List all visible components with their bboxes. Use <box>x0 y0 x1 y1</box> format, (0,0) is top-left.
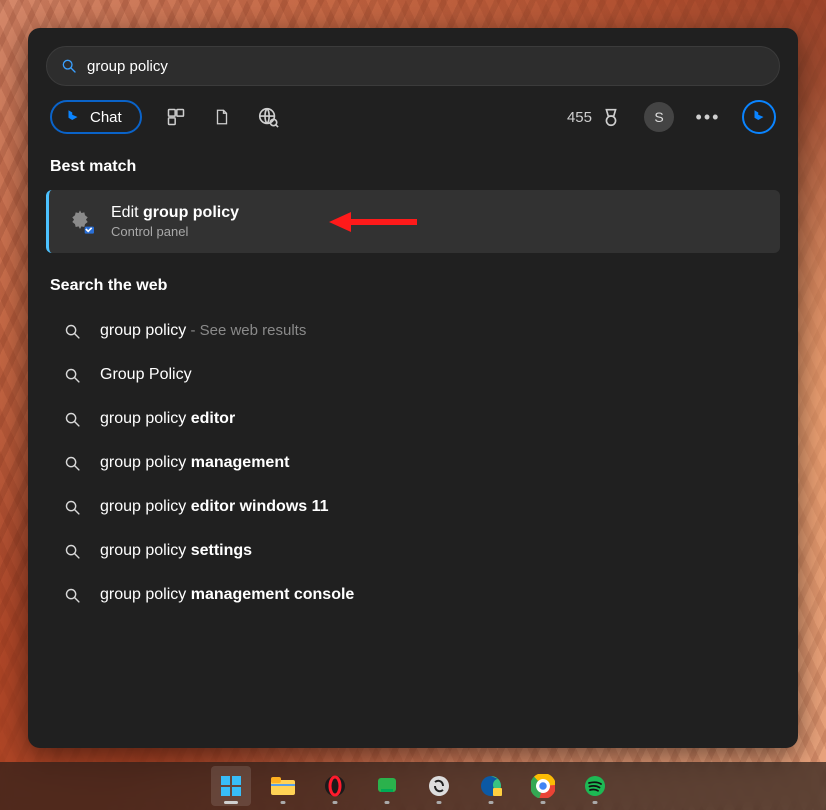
web-results-list: group policy - See web results Group Poli… <box>44 309 782 617</box>
taskbar-spotify[interactable] <box>575 766 615 806</box>
best-match-subtitle: Control panel <box>111 224 239 239</box>
rewards-icon <box>600 106 622 128</box>
points-value: 455 <box>567 109 592 126</box>
best-match-text: Edit group policy Control panel <box>111 204 239 239</box>
search-web-heading: Search the web <box>50 277 782 295</box>
avatar-letter: S <box>654 109 663 125</box>
search-toolbar: Chat 455 S ••• <box>44 100 782 152</box>
annotation-arrow <box>329 210 419 234</box>
search-icon <box>64 499 82 516</box>
apps-tab-icon[interactable] <box>164 105 188 129</box>
best-match-title-bold: group policy <box>143 204 239 221</box>
bing-chat-icon <box>64 108 82 126</box>
search-panel: Chat 455 S ••• Best match <box>28 28 798 748</box>
search-box[interactable] <box>46 46 780 86</box>
search-icon <box>64 455 82 472</box>
taskbar-sync[interactable] <box>419 766 459 806</box>
web-result-text: group policy management console <box>100 586 354 604</box>
web-result-text: group policy management <box>100 454 289 472</box>
taskbar-explorer[interactable] <box>263 766 303 806</box>
best-match-result[interactable]: Edit group policy Control panel <box>46 190 780 253</box>
taskbar-chrome[interactable] <box>523 766 563 806</box>
chat-tab[interactable]: Chat <box>50 100 142 134</box>
taskbar <box>0 762 826 810</box>
web-result-text: Group Policy <box>100 366 192 384</box>
search-icon <box>64 587 82 604</box>
search-icon <box>64 367 82 384</box>
best-match-title-prefix: Edit <box>111 204 143 221</box>
web-result-text: group policy settings <box>100 542 252 560</box>
taskbar-dev-chat[interactable] <box>367 766 407 806</box>
chat-label: Chat <box>90 109 122 126</box>
more-icon[interactable]: ••• <box>696 105 720 129</box>
search-icon <box>64 543 82 560</box>
documents-tab-icon[interactable] <box>210 105 234 129</box>
web-result-item[interactable]: group policy settings <box>44 529 782 573</box>
search-icon <box>64 323 82 340</box>
taskbar-opera[interactable] <box>315 766 355 806</box>
web-tab-icon[interactable] <box>256 105 280 129</box>
search-icon <box>61 58 77 74</box>
taskbar-start[interactable] <box>211 766 251 806</box>
gear-icon <box>65 207 95 237</box>
web-result-item[interactable]: group policy - See web results <box>44 309 782 353</box>
web-result-item[interactable]: group policy editor windows 11 <box>44 485 782 529</box>
rewards-points[interactable]: 455 <box>567 106 622 128</box>
web-result-text: group policy - See web results <box>100 322 306 340</box>
best-match-heading: Best match <box>50 158 782 176</box>
taskbar-edge-dev[interactable] <box>471 766 511 806</box>
web-result-text: group policy editor <box>100 410 235 428</box>
web-result-item[interactable]: group policy management <box>44 441 782 485</box>
web-result-item[interactable]: Group Policy <box>44 353 782 397</box>
web-result-item[interactable]: group policy editor <box>44 397 782 441</box>
search-icon <box>64 411 82 428</box>
bing-chat-button[interactable] <box>742 100 776 134</box>
user-avatar[interactable]: S <box>644 102 674 132</box>
web-result-item[interactable]: group policy management console <box>44 573 782 617</box>
search-input[interactable] <box>87 58 765 75</box>
web-result-text: group policy editor windows 11 <box>100 498 329 516</box>
